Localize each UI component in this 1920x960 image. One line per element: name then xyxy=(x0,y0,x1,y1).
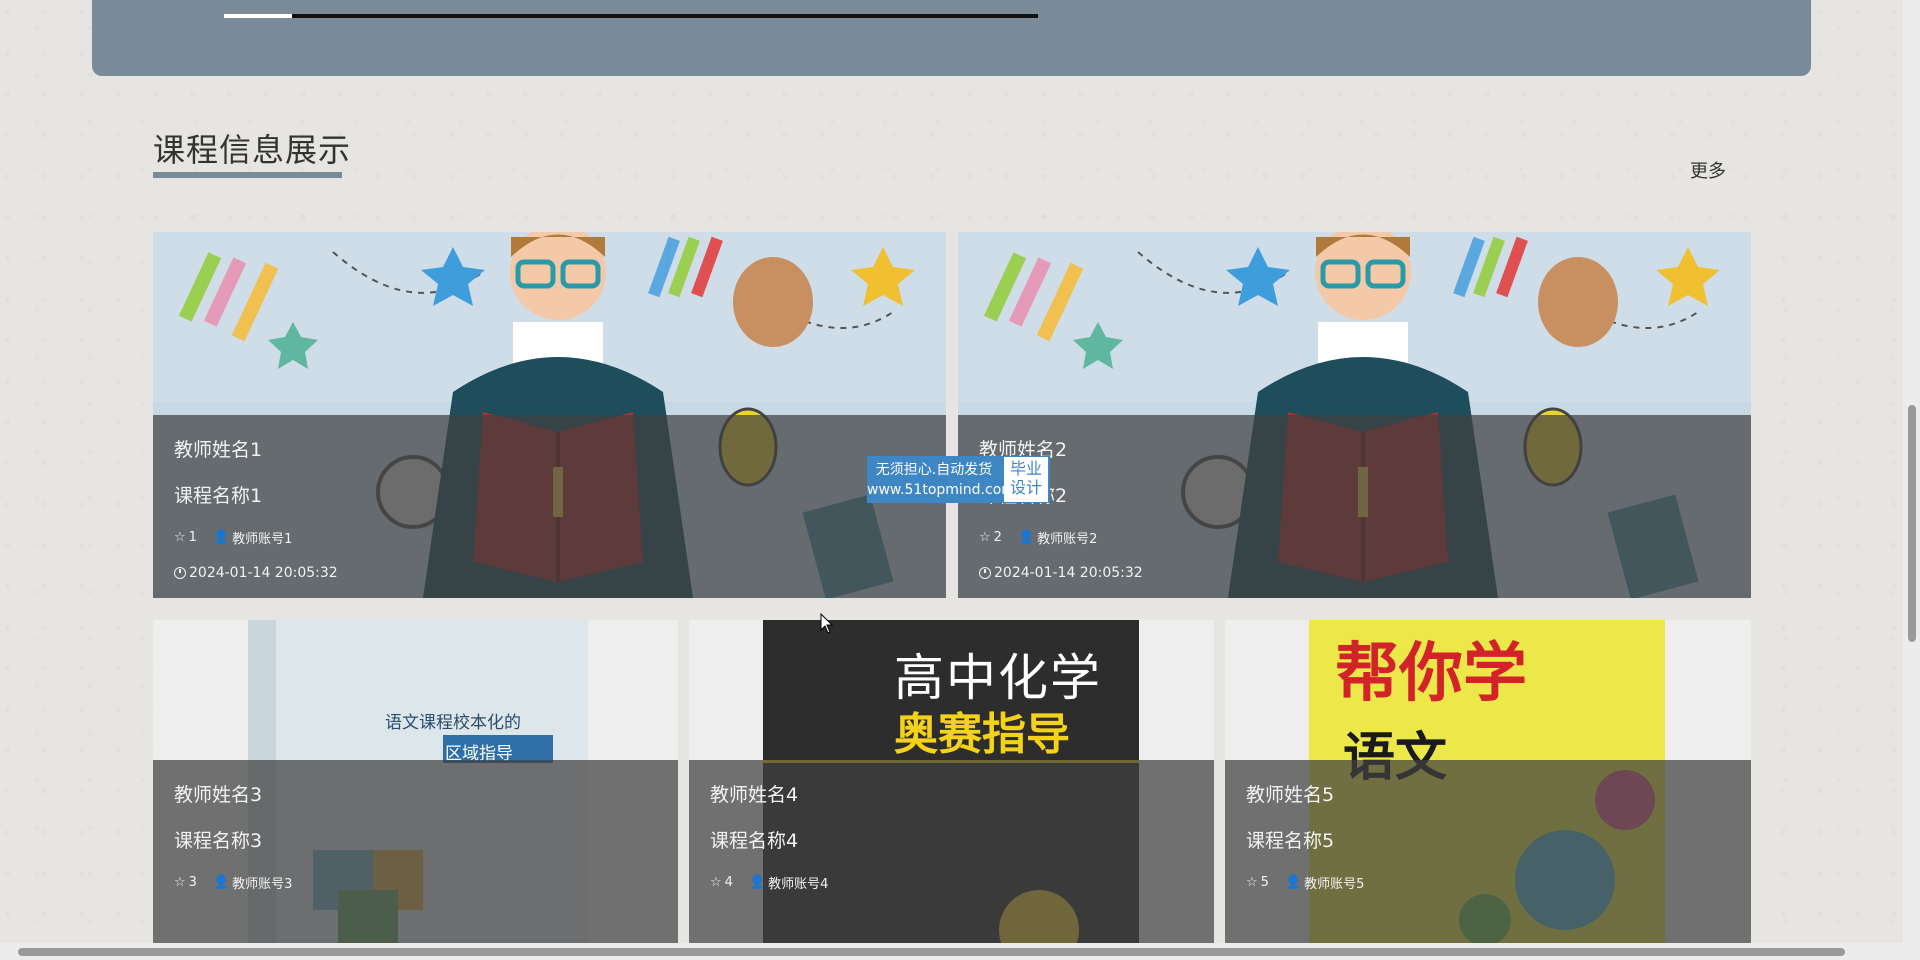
card-info-overlay: 教师姓名1 课程名称1 ☆ 1 👤 教师账号1 2024-01-14 20:05… xyxy=(153,415,946,598)
course-name: 课程名称4 xyxy=(710,830,799,852)
cover-title: 语文课程校本化的 xyxy=(385,713,521,733)
favorite-count: 2 xyxy=(993,530,1002,545)
card-info-overlay: 教师姓名3 课程名称3 ☆ 3 👤 教师账号3 xyxy=(153,760,678,943)
clock-icon xyxy=(979,567,991,579)
carousel-indicator[interactable] xyxy=(224,14,1038,18)
teacher-name: 教师姓名3 xyxy=(174,784,263,806)
course-card[interactable]: 帮你学 语文 教师姓名5 课程名称5 ☆ 5 👤 教师账号5 xyxy=(1225,620,1751,943)
favorite-count: 5 xyxy=(1260,875,1269,890)
teacher-name: 教师姓名4 xyxy=(710,784,799,806)
teacher-account: 教师账号2 xyxy=(1037,532,1098,547)
publish-time: 2024-01-14 20:05:32 xyxy=(174,565,338,581)
top-banner xyxy=(92,0,1811,76)
title-underline xyxy=(153,172,342,178)
card-meta: ☆ 5 👤 教师账号5 xyxy=(1246,873,1364,892)
course-card[interactable]: 教师姓名1 课程名称1 ☆ 1 👤 教师账号1 2024-01-14 20:05… xyxy=(153,232,946,598)
user-icon: 👤 xyxy=(1017,530,1035,545)
cover-subtitle: 奥赛指导 xyxy=(894,709,1070,760)
section-title: 课程信息展示 xyxy=(153,131,352,169)
clock-icon xyxy=(174,567,186,579)
teacher-account: 教师账号5 xyxy=(1304,877,1365,892)
horizontal-scrollbar-thumb[interactable] xyxy=(18,948,1845,956)
course-card[interactable]: 高中化学 奥赛指导 教师姓名4 课程名称4 ☆ 4 👤 教师账号4 xyxy=(689,620,1214,943)
watermark-line2: www.51topmind.com xyxy=(867,481,1015,498)
user-icon: 👤 xyxy=(1284,875,1302,890)
card-info-overlay: 教师姓名5 课程名称5 ☆ 5 👤 教师账号5 xyxy=(1225,760,1751,943)
card-meta: ☆ 3 👤 教师账号3 xyxy=(174,873,292,892)
star-icon: ☆ xyxy=(1246,875,1258,890)
teacher-name: 教师姓名5 xyxy=(1246,784,1335,806)
favorite-count: 3 xyxy=(188,875,197,890)
mouse-cursor-icon xyxy=(820,613,834,634)
watermark-badge1: 毕业 xyxy=(1009,459,1042,478)
cover-title: 帮你学 xyxy=(1335,637,1527,711)
card-meta: ☆ 4 👤 教师账号4 xyxy=(710,873,828,892)
card-meta: ☆ 1 👤 教师账号1 xyxy=(174,528,292,547)
user-icon: 👤 xyxy=(212,875,230,890)
course-name: 课程名称3 xyxy=(174,830,263,852)
card-meta: ☆ 2 👤 教师账号2 xyxy=(979,528,1097,547)
favorite-count: 1 xyxy=(188,530,197,545)
carousel-indicator-active xyxy=(224,14,292,18)
user-icon: 👤 xyxy=(212,530,230,545)
teacher-account: 教师账号1 xyxy=(232,532,293,547)
watermark-badge: 无须担心.自动发货 www.51topmind.com 毕业 设计 xyxy=(867,456,1050,503)
user-icon: 👤 xyxy=(748,875,766,890)
course-name: 课程名称1 xyxy=(174,485,263,507)
course-name: 课程名称5 xyxy=(1246,830,1335,852)
horizontal-scrollbar[interactable] xyxy=(0,943,1920,960)
publish-time: 2024-01-14 20:05:32 xyxy=(979,565,1143,581)
watermark-line1: 无须担心.自动发货 xyxy=(875,461,993,478)
star-icon: ☆ xyxy=(174,875,186,890)
more-link[interactable]: 更多 xyxy=(1690,157,1726,183)
teacher-account: 教师账号3 xyxy=(232,877,293,892)
watermark-badge2: 设计 xyxy=(1009,478,1042,497)
card-info-overlay: 教师姓名4 课程名称4 ☆ 4 👤 教师账号4 xyxy=(689,760,1214,943)
publish-time-text: 2024-01-14 20:05:32 xyxy=(189,565,338,581)
star-icon: ☆ xyxy=(710,875,722,890)
vertical-scrollbar[interactable] xyxy=(1903,0,1920,943)
publish-time-text: 2024-01-14 20:05:32 xyxy=(994,565,1143,581)
favorite-count: 4 xyxy=(724,875,733,890)
vertical-scrollbar-thumb[interactable] xyxy=(1908,405,1916,642)
star-icon: ☆ xyxy=(979,530,991,545)
card-info-overlay: 教师姓名2 课程名称2 ☆ 2 👤 教师账号2 2024-01-14 20:05… xyxy=(958,415,1751,598)
course-card[interactable]: 教师姓名2 课程名称2 ☆ 2 👤 教师账号2 2024-01-14 20:05… xyxy=(958,232,1751,598)
teacher-account: 教师账号4 xyxy=(768,877,829,892)
teacher-name: 教师姓名1 xyxy=(174,439,263,461)
star-icon: ☆ xyxy=(174,530,186,545)
course-card[interactable]: 语文课程校本化的 区域指导 教师姓名3 课程名称3 ☆ 3 👤 教师账号3 xyxy=(153,620,678,943)
